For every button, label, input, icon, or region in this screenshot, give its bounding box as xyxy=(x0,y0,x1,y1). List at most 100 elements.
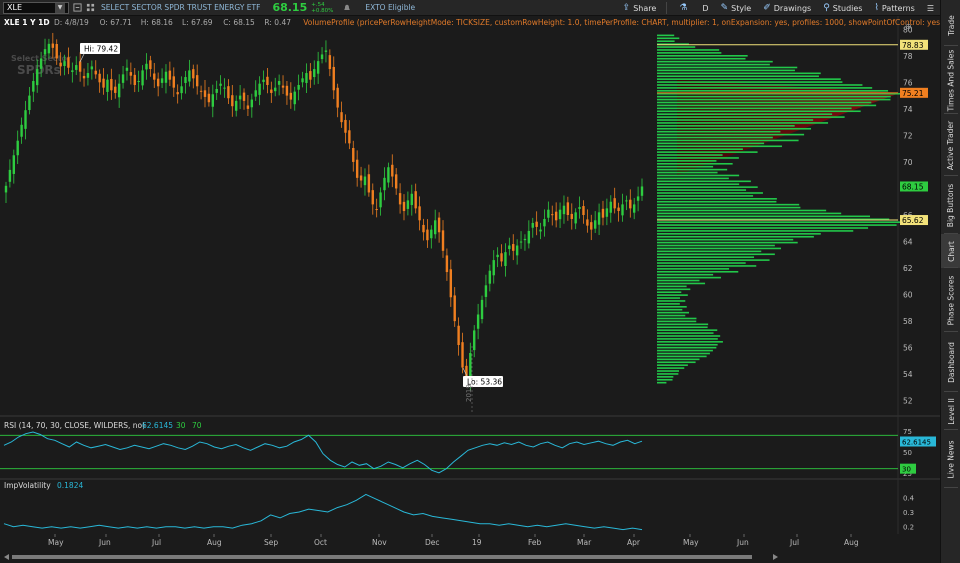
side-tab-chart[interactable]: Chart xyxy=(941,234,960,268)
volume-profile-bar xyxy=(657,253,775,256)
hamburger-icon: ☰ xyxy=(926,3,934,13)
volume-profile-bar xyxy=(657,332,714,334)
company-name: SELECT SECTOR SPDR TRUST ENERGY ETF xyxy=(101,3,261,12)
scroll-thumb[interactable] xyxy=(12,555,752,559)
volume-profile-bar xyxy=(657,78,841,80)
patterns-button[interactable]: ⌇ Patterns xyxy=(874,3,914,13)
candle-body xyxy=(449,269,453,298)
candle-body xyxy=(551,214,554,216)
volume-profile-bar xyxy=(657,148,743,151)
side-tab-phase-scores[interactable]: Phase Scores xyxy=(941,268,960,332)
volume-profile-bar xyxy=(657,291,682,294)
info-range: R: 0.47 xyxy=(264,18,291,27)
candle-body xyxy=(106,79,109,92)
drawings-button[interactable]: ✐ Drawings xyxy=(763,3,811,13)
volume-profile-bar xyxy=(657,136,773,139)
volume-profile-bar xyxy=(657,273,714,276)
candle-body xyxy=(67,57,70,68)
candle-body xyxy=(582,206,585,215)
month-label: Dec xyxy=(425,538,440,547)
candle-body xyxy=(402,201,406,212)
volume-profile-bar xyxy=(657,145,782,148)
volume-profile-bar xyxy=(657,101,872,104)
side-tab-level-ii[interactable]: Level II xyxy=(941,392,960,430)
month-label: Feb xyxy=(528,538,542,547)
candle-body xyxy=(391,164,394,177)
candle-body xyxy=(24,110,27,129)
volume-profile-bar xyxy=(657,116,845,118)
candle-body xyxy=(4,185,8,193)
price-tick: 74 xyxy=(903,105,913,114)
candle-body xyxy=(51,43,55,48)
scrollbar-graphic xyxy=(4,554,778,560)
menu-button[interactable]: ☰ xyxy=(927,4,934,13)
volume-profile-bar xyxy=(657,282,706,285)
price-tag-text: 75.21 xyxy=(902,89,924,98)
volume-profile-bar xyxy=(657,174,740,177)
candle-body xyxy=(262,79,265,82)
candle-body xyxy=(114,86,117,93)
candle-body xyxy=(215,88,218,93)
volume-profile-bar xyxy=(657,180,751,183)
grid-icon[interactable] xyxy=(86,3,95,12)
volume-profile-bar xyxy=(657,162,733,165)
candle-body xyxy=(153,73,156,80)
studies-button[interactable]: ⚲ Studies xyxy=(823,3,862,13)
info-low: L: 67.69 xyxy=(182,18,213,27)
volume-profile-bar xyxy=(657,87,873,89)
candle-body xyxy=(305,73,308,83)
side-tab-trade[interactable]: Trade xyxy=(941,4,960,46)
candle-body xyxy=(332,66,335,91)
candle-body xyxy=(625,200,628,202)
volume-profile-bar xyxy=(657,40,675,43)
link-icon[interactable] xyxy=(73,3,82,12)
bell-icon[interactable] xyxy=(343,4,351,12)
rsi-label: RSI (14, 70, 30, CLOSE, WILDERS, no) xyxy=(4,421,145,430)
volume-profile-bar xyxy=(657,364,688,366)
candle-body xyxy=(254,90,257,97)
candle-body xyxy=(539,229,542,232)
volume-profile-bar xyxy=(657,276,721,279)
share-icon: ⇪ xyxy=(622,3,631,13)
candle-body xyxy=(328,55,332,70)
candle-body xyxy=(434,220,437,235)
flask-button[interactable]: ⚗ xyxy=(679,3,690,13)
side-tab-active-trader[interactable]: Active Trader xyxy=(941,114,960,176)
candle-body xyxy=(578,207,581,209)
price-tick: 78 xyxy=(903,52,913,61)
chart-area[interactable]: XLE 1 Y 1D D: 4/8/19 O: 67.71 H: 68.16 L: 67… xyxy=(0,16,940,549)
volume-profile-bar xyxy=(657,235,814,238)
candle-body xyxy=(39,58,43,69)
volume-profile-bar xyxy=(657,171,718,174)
candle-body xyxy=(207,93,211,103)
cursor-year: 2019 xyxy=(465,384,473,402)
period-button[interactable]: D xyxy=(702,4,708,13)
price-tag-text: 68.15 xyxy=(902,182,924,191)
volume-profile-bar xyxy=(657,154,723,156)
time-scrollbar[interactable] xyxy=(0,549,940,563)
scroll-left-icon[interactable] xyxy=(4,554,9,560)
scroll-right-icon[interactable] xyxy=(773,554,778,560)
rsi-lower: 30 xyxy=(176,421,186,430)
volume-profile-bar xyxy=(657,343,718,346)
volume-profile-bar xyxy=(657,373,679,375)
candle-body xyxy=(398,193,402,205)
candle-body xyxy=(593,220,597,229)
style-button[interactable]: ✎ Style xyxy=(721,3,752,13)
volume-profile-bar xyxy=(657,306,687,308)
candle-body xyxy=(383,177,386,191)
side-tab-dashboard[interactable]: Dashboard xyxy=(941,332,960,392)
side-tab-live-news[interactable]: Live News xyxy=(941,430,960,488)
side-tab-big-buttons[interactable]: Big Buttons xyxy=(941,176,960,234)
candle-body xyxy=(601,208,605,218)
candle-body xyxy=(141,70,144,86)
volume-profile-bar xyxy=(657,75,819,78)
volume-profile-bar xyxy=(657,288,691,291)
share-button[interactable]: ⇪ Share xyxy=(623,3,657,13)
candle-body xyxy=(543,218,546,227)
volume-profile-bar xyxy=(657,98,891,101)
candle-body xyxy=(558,209,562,220)
chevron-down-icon[interactable]: ▼ xyxy=(55,2,65,13)
symbol-selector[interactable]: XLE ▼ xyxy=(3,1,69,14)
side-tab-times-and-sales[interactable]: Times And Sales xyxy=(941,46,960,114)
